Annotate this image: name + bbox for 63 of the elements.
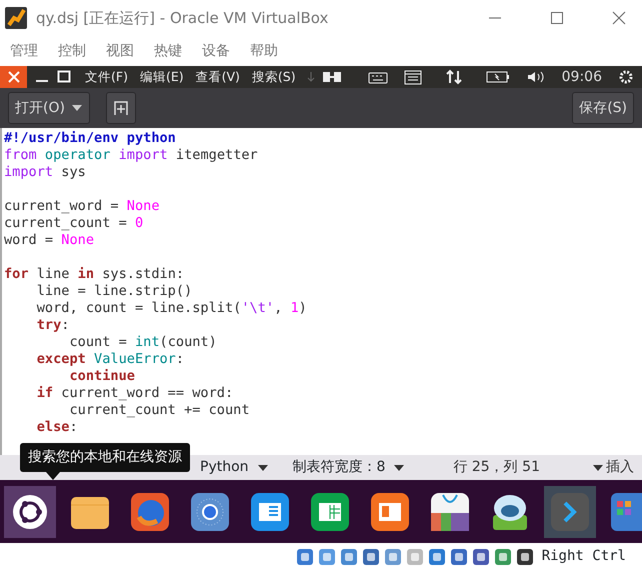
window-title: qy.dsj [正在运行] - Oracle VM VirtualBox (36, 8, 330, 29)
volume-icon[interactable] (526, 70, 546, 84)
code-line: current_word = None (4, 198, 160, 215)
code-line: word, count = line.split('\t', 1) (36, 300, 308, 317)
terminal-chevron-icon[interactable] (549, 490, 591, 532)
close-icon (8, 71, 20, 83)
code-line: #!/usr/bin/env python (4, 130, 177, 147)
shopping-bag-icon[interactable] (429, 490, 471, 532)
insert-mode: 插入 (606, 458, 634, 477)
code-line: current_count += count (68, 402, 251, 419)
menu-item[interactable]: 帮助 (250, 40, 278, 62)
new-tab-button[interactable] (106, 92, 136, 124)
tab-width-dropdown[interactable]: 制表符宽度：8 (292, 457, 406, 478)
save-button[interactable]: 保存(S) (572, 92, 634, 124)
maximize-icon[interactable] (57, 70, 71, 84)
code-line: continue (68, 368, 136, 385)
menu-item[interactable]: 控制 (58, 40, 86, 62)
tooltip-pointer (46, 472, 60, 480)
minimize-icon (489, 17, 501, 19)
document-icon[interactable] (249, 490, 291, 532)
host-key-label: Right Ctrl (542, 547, 626, 566)
code-line: for line in sys.stdin: (4, 266, 186, 283)
menu-item[interactable]: 管理 (10, 40, 38, 62)
close-button[interactable] (0, 66, 27, 88)
battery-icon[interactable] (486, 70, 510, 84)
code-line: current_count = 0 (4, 215, 144, 232)
menu-item[interactable]: 编辑(E) (134, 66, 190, 88)
cursor-position: 行 25，列 51 (453, 458, 540, 477)
open-button[interactable]: 打开(O) (8, 92, 90, 124)
code-line: try: (36, 317, 70, 334)
power-gear-icon[interactable] (618, 69, 634, 85)
close-icon (612, 11, 626, 25)
code-line: except ValueError: (36, 351, 186, 368)
menu-item[interactable]: 文件(F) (79, 66, 134, 88)
keyboard-icon[interactable] (368, 70, 388, 84)
menu-item[interactable]: 搜索(S) (246, 66, 302, 88)
transfer-arrows-icon[interactable] (446, 69, 462, 85)
menu-item[interactable]: 设备 (202, 40, 230, 62)
caret-icon (393, 464, 406, 472)
new-document-icon (112, 100, 129, 116)
menu-item[interactable]: 视图 (106, 40, 134, 62)
presentation-icon[interactable] (369, 490, 411, 532)
caret-icon (256, 464, 269, 472)
app-icon (4, 6, 28, 30)
code-line: count = int(count) (68, 334, 218, 351)
app-grid-icon[interactable] (609, 490, 642, 532)
caret-icon[interactable] (592, 464, 604, 472)
clock[interactable]: 09:06 (562, 66, 602, 88)
code-line: from operator import itemgetter (4, 147, 259, 164)
caret-icon (70, 104, 83, 112)
menu-item[interactable]: 热键 (154, 40, 182, 62)
code-line: word = None (4, 232, 96, 249)
calendar-icon[interactable] (404, 69, 422, 85)
code-line: import sys (4, 164, 87, 181)
menu-item[interactable]: 查看(V) (190, 66, 246, 88)
down-arrow-icon (306, 71, 316, 83)
code-line: else: (36, 419, 79, 436)
maximize-icon (550, 11, 564, 25)
code-line: line = line.strip() (36, 283, 194, 300)
spreadsheet-icon[interactable] (309, 490, 351, 532)
language-dropdown[interactable]: Python (200, 457, 269, 478)
browser-globe-icon[interactable] (129, 490, 171, 532)
code-line: if current_word == word: (36, 385, 234, 402)
